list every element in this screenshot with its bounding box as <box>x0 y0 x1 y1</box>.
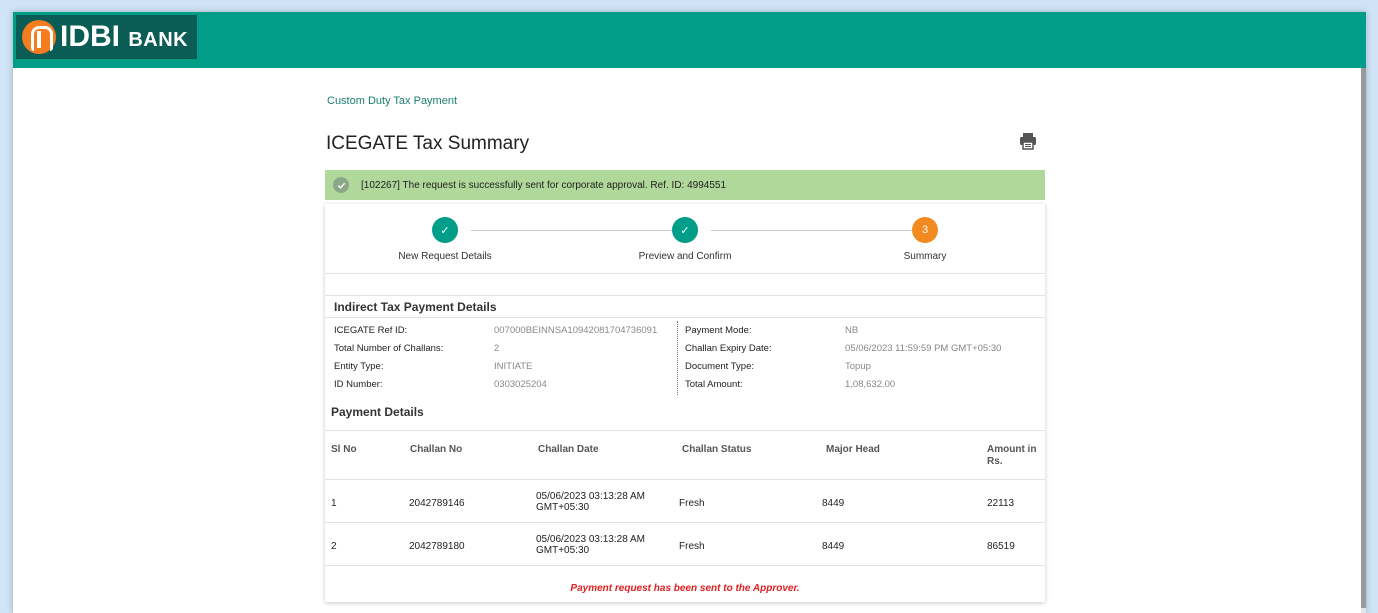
detail-label: Entity Type: <box>334 361 384 372</box>
detail-label: Document Type: <box>685 361 755 372</box>
column-header: Challan Date <box>538 444 599 455</box>
step-2-label: Preview and Confirm <box>638 251 732 262</box>
cell-major-head: 8449 <box>822 541 845 552</box>
detail-value: 007000BEINNSA10942081704736091 <box>494 325 658 336</box>
detail-value: 0303025204 <box>494 379 547 390</box>
step-3-label: Summary <box>903 251 947 262</box>
cell-amount: 22113 <box>987 498 1015 509</box>
detail-value: 1,08,632.00 <box>845 379 896 390</box>
step-3-number: 3 <box>912 217 938 243</box>
payment-details-title: Payment Details <box>331 405 424 419</box>
cell-challan-date: 05/06/2023 03:13:28 AM GMT+05:30 <box>536 491 645 513</box>
column-header: Challan Status <box>682 444 752 455</box>
row-divider <box>325 565 1045 566</box>
cell-sl-no: 2 <box>331 541 337 552</box>
logo-text: IDBI BANK <box>60 20 189 53</box>
summary-card: ✓ New Request Details ✓ Preview and Conf… <box>325 204 1045 602</box>
column-header: Challan No <box>410 444 463 455</box>
detail-value: Topup <box>845 361 871 372</box>
detail-label: Total Number of Challans: <box>334 343 444 354</box>
row-divider <box>325 479 1045 480</box>
cell-challan-date: 05/06/2023 03:13:28 AM GMT+05:30 <box>536 534 645 556</box>
cell-sl-no: 1 <box>331 498 337 509</box>
cell-challan-no: 2042789180 <box>409 541 465 552</box>
detail-value: INITIATE <box>494 361 533 372</box>
detail-label: Challan Expiry Date: <box>685 343 772 354</box>
step-1-check-icon: ✓ <box>432 217 458 243</box>
detail-label: ICEGATE Ref ID: <box>334 325 408 336</box>
detail-label: Total Amount: <box>685 379 743 390</box>
cell-major-head: 8449 <box>822 498 845 509</box>
idbi-logo-icon <box>22 20 56 54</box>
spacer-band <box>325 284 1045 296</box>
approver-notice: Payment request has been sent to the App… <box>570 583 800 594</box>
top-bar: IDBI BANK <box>13 12 1366 68</box>
column-header: Sl No <box>331 444 357 455</box>
column-divider <box>677 321 678 395</box>
cell-challan-no: 2042789146 <box>409 498 465 509</box>
indirect-tax-details: ICEGATE Ref ID: 007000BEINNSA10942081704… <box>325 317 1045 395</box>
detail-value: 05/06/2023 11:59:59 PM GMT+05:30 <box>845 343 1002 354</box>
column-header: Amount in Rs. <box>987 444 1037 467</box>
row-divider <box>325 522 1045 523</box>
step-1-label: New Request Details <box>398 251 492 262</box>
success-alert: [102267] The request is successfully sen… <box>325 170 1045 200</box>
column-header: Major Head <box>826 444 880 455</box>
detail-value: 2 <box>494 343 500 354</box>
progress-stepper: ✓ New Request Details ✓ Preview and Conf… <box>325 204 1045 274</box>
idbi-bank-logo[interactable]: IDBI BANK <box>16 15 197 59</box>
indirect-tax-title: Indirect Tax Payment Details <box>334 300 497 314</box>
cell-amount: 86519 <box>987 541 1015 552</box>
detail-label: Payment Mode: <box>685 325 752 336</box>
detail-label: ID Number: <box>334 379 383 390</box>
step-2-check-icon: ✓ <box>672 217 698 243</box>
breadcrumb[interactable]: Custom Duty Tax Payment <box>327 95 457 107</box>
cell-challan-status: Fresh <box>679 498 705 509</box>
print-icon[interactable] <box>1018 131 1038 151</box>
page-title: ICEGATE Tax Summary <box>326 133 530 154</box>
step-connector <box>471 230 686 231</box>
vertical-scrollbar[interactable] <box>1361 68 1366 613</box>
alert-message: [102267] The request is successfully sen… <box>361 179 727 191</box>
step-connector <box>711 230 913 231</box>
detail-value: NB <box>845 325 859 336</box>
scrollbar-thumb[interactable] <box>1361 68 1366 608</box>
check-circle-icon <box>333 177 349 193</box>
app-window: IDBI BANK Custom Duty Tax Payment ICEGAT… <box>13 12 1366 613</box>
section-divider <box>325 430 1045 431</box>
cell-challan-status: Fresh <box>679 541 705 552</box>
